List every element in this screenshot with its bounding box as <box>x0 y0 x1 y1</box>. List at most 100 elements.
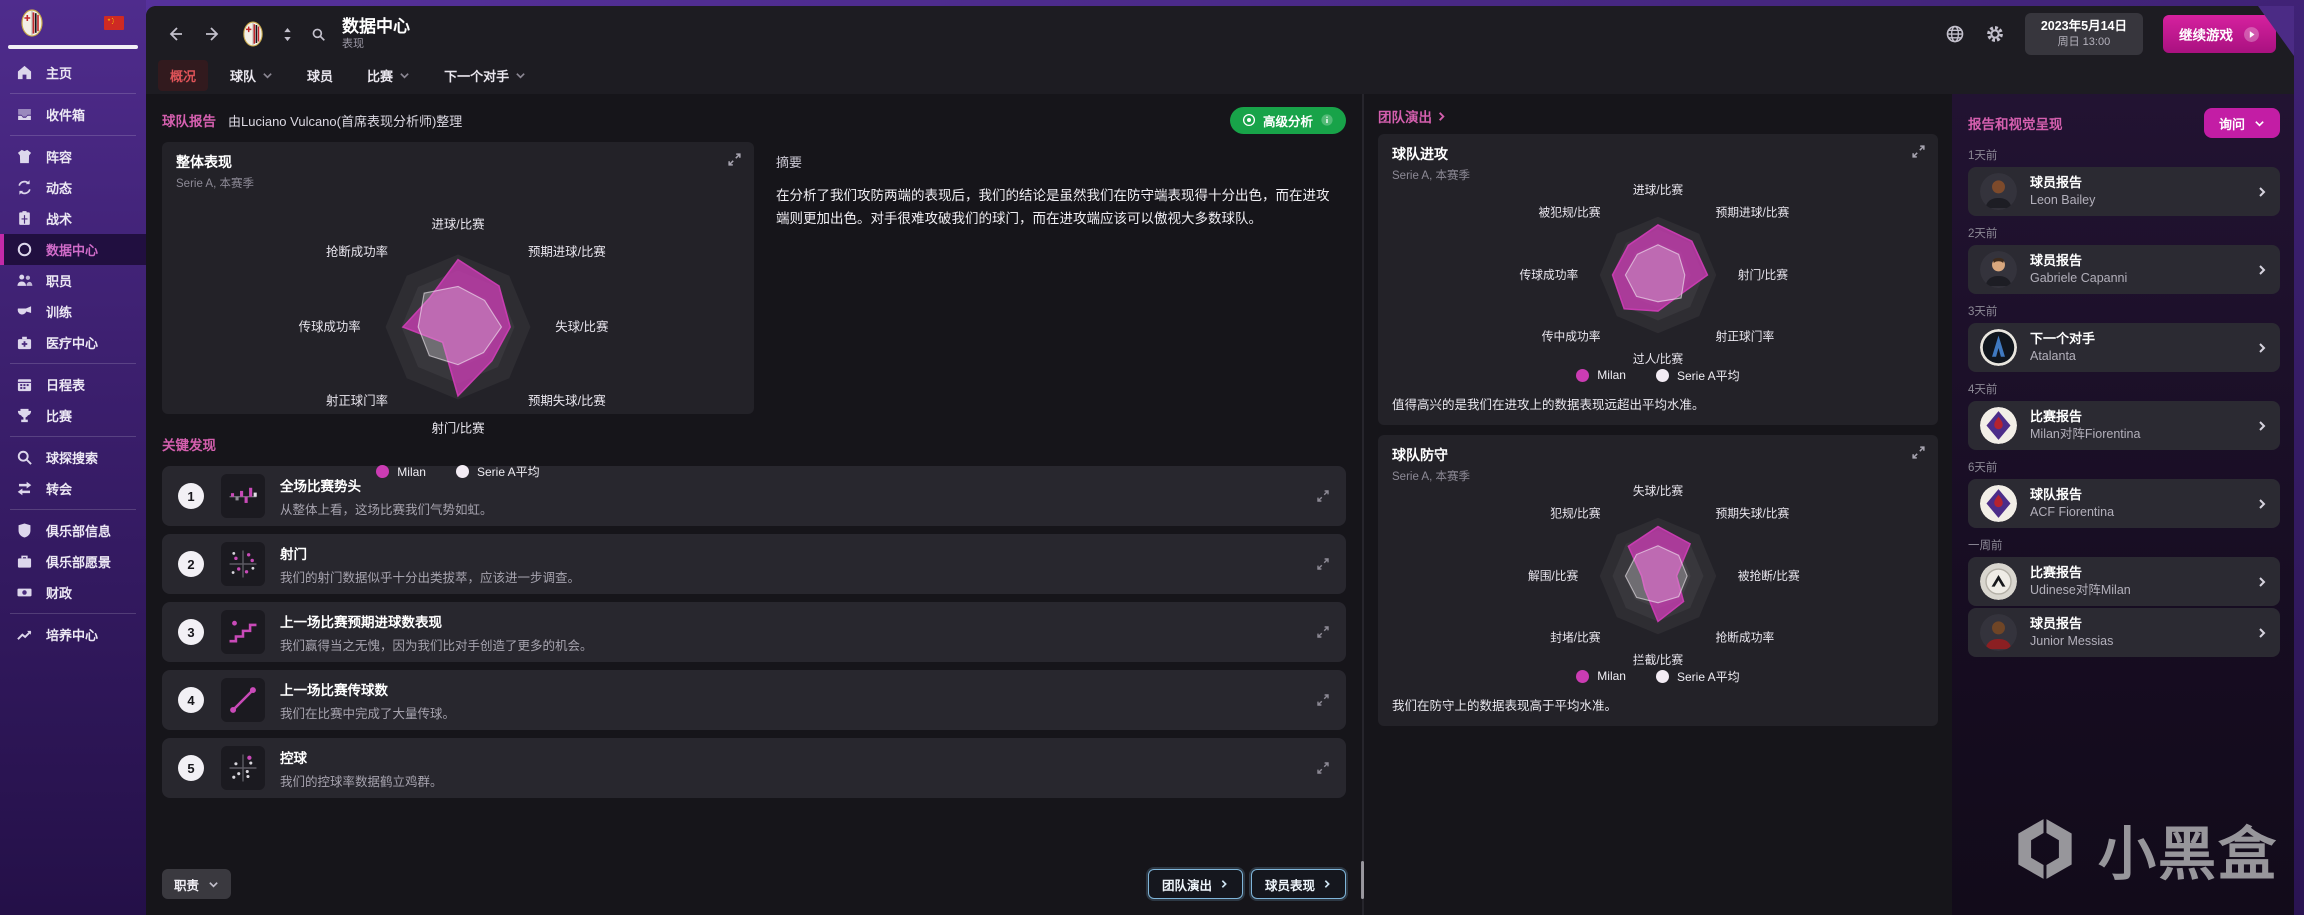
svg-text:失球/比赛: 失球/比赛 <box>1633 484 1684 498</box>
expand-icon[interactable] <box>1316 625 1330 639</box>
expand-icon[interactable] <box>1911 445 1926 460</box>
milan-legend-label: Milan <box>1597 368 1626 382</box>
team-performance-button[interactable]: 团队演出 <box>1148 869 1243 899</box>
svg-text:封堵/比赛: 封堵/比赛 <box>1550 631 1601 645</box>
expand-icon[interactable] <box>1316 557 1330 571</box>
report-card[interactable]: 球员报告 Leon Bailey <box>1968 167 2280 216</box>
sidebar-item[interactable]: 动态 <box>0 172 146 203</box>
advanced-analysis-label: 高级分析 <box>1263 111 1313 130</box>
sidebar-item[interactable]: 俱乐部信息 <box>0 515 146 546</box>
report-card-type: 球队报告 <box>2030 487 2114 503</box>
sidebar-group-divider <box>10 135 136 136</box>
key-finding-item[interactable]: 3 上一场比赛预期进球数表现 我们赢得当之无愧，因为我们比对手创造了更多的机会。 <box>162 602 1346 662</box>
sidebar-item[interactable]: 阵容 <box>0 141 146 172</box>
expand-icon[interactable] <box>1316 693 1330 707</box>
report-card[interactable]: 比赛报告 Udinese对阵Milan <box>1968 557 2280 606</box>
key-finding-item[interactable]: 5 控球 我们的控球率数据鹤立鸡群。 <box>162 738 1346 798</box>
globe-icon[interactable] <box>1945 24 1965 44</box>
team-performance-header-label: 团队演出 <box>1378 106 1432 126</box>
sidebar-item[interactable]: 财政 <box>0 577 146 608</box>
chevron-right-icon <box>2256 576 2268 588</box>
team-performance-header[interactable]: 团队演出 <box>1378 104 1938 128</box>
reports-timeline: 1天前 球员报告 Leon Bailey 2天前 球员报告 Gabriele C… <box>1968 147 2280 657</box>
report-card[interactable]: 球员报告 Junior Messias <box>1968 608 2280 657</box>
player-performance-button[interactable]: 球员表现 <box>1251 869 1346 899</box>
tactics-icon <box>16 210 33 227</box>
ask-button[interactable]: 询问 <box>2204 108 2280 138</box>
tab[interactable]: 球员 <box>295 60 345 91</box>
game-date-line2: 周日 13:00 <box>2041 35 2127 50</box>
report-card[interactable]: 球员报告 Gabriele Capanni <box>1968 245 2280 294</box>
sidebar-item[interactable]: 比赛 <box>0 400 146 431</box>
report-card[interactable]: 比赛报告 Milan对阵Fiorentina <box>1968 401 2280 450</box>
milan-club-badge[interactable] <box>20 9 44 37</box>
sidebar-item[interactable]: 数据中心 <box>0 234 146 265</box>
shield-icon <box>16 522 33 539</box>
duty-dropdown[interactable]: 职责 <box>162 869 231 899</box>
league-average-legend-dot <box>1656 369 1669 382</box>
panel-subtitle: Serie A, 本赛季 <box>1392 468 1470 484</box>
sidebar-item[interactable]: 俱乐部愿景 <box>0 546 146 577</box>
game-date-line1: 2023年5月14日 <box>2041 18 2127 35</box>
svg-text:预期进球/比赛: 预期进球/比赛 <box>1716 205 1790 219</box>
sidebar-item[interactable]: 球探搜索 <box>0 442 146 473</box>
expand-icon[interactable] <box>727 152 742 167</box>
scatter-chart-icon <box>221 542 265 586</box>
search-icon[interactable] <box>311 27 326 42</box>
expand-icon[interactable] <box>1911 144 1926 159</box>
report-card-name: Leon Bailey <box>2030 193 2095 208</box>
sidebar-item[interactable]: 日程表 <box>0 369 146 400</box>
timeline-time-label: 6天前 <box>1968 459 2280 475</box>
key-finding-item[interactable]: 2 射门 我们的射门数据似乎十分出类拔萃，应该进一步调查。 <box>162 534 1346 594</box>
sidebar-item[interactable]: 战术 <box>0 203 146 234</box>
team-performance-label: 团队演出 <box>1162 875 1212 894</box>
sidebar-item[interactable]: 训练 <box>0 296 146 327</box>
svg-text:失球/比赛: 失球/比赛 <box>555 319 608 334</box>
report-card-type: 比赛报告 <box>2030 409 2140 425</box>
tab-label: 概况 <box>170 66 196 85</box>
sidebar-item-label: 球探搜索 <box>46 448 98 467</box>
tab[interactable]: 球队 <box>218 60 285 91</box>
game-date[interactable]: 2023年5月14日 周日 13:00 <box>2025 13 2143 55</box>
report-card-name: Junior Messias <box>2030 634 2113 649</box>
svg-text:预期进球/比赛: 预期进球/比赛 <box>528 244 606 259</box>
tab[interactable]: 概况 <box>158 60 208 91</box>
key-findings-list: 1 全场比赛势头 从整体上看，这场比赛我们气势如虹。 2 射门 我们的射门数据似… <box>162 466 1346 798</box>
overall-performance-radar: 进球/比赛预期进球/比赛失球/比赛预期失球/比赛射门/比赛射正球门率传球成功率抢… <box>162 191 754 463</box>
sidebar-nav: 主页 收件箱 阵容 动态 战术 数据中心 职员 训练 <box>0 57 146 650</box>
advanced-analysis-button[interactable]: 高级分析 <box>1230 107 1346 134</box>
milan-club-badge[interactable] <box>242 21 264 47</box>
page-subtitle: 表现 <box>342 38 410 51</box>
svg-text:进球/比赛: 进球/比赛 <box>431 217 484 232</box>
continue-button[interactable]: 继续游戏 <box>2163 15 2276 53</box>
forward-arrow-icon[interactable] <box>202 24 222 44</box>
tab[interactable]: 下一个对手 <box>432 60 538 91</box>
sidebar-item[interactable]: 收件箱 <box>0 99 146 130</box>
sidebar-item[interactable]: 职员 <box>0 265 146 296</box>
tab[interactable]: 比赛 <box>355 60 422 91</box>
report-card[interactable]: 球队报告 ACF Fiorentina <box>1968 479 2280 528</box>
chevron-right-icon <box>1322 879 1332 889</box>
report-card[interactable]: 下一个对手 Atalanta <box>1968 323 2280 372</box>
report-card-type: 球员报告 <box>2030 175 2095 191</box>
sort-chevrons-icon[interactable] <box>280 27 295 42</box>
report-card-name: ACF Fiorentina <box>2030 505 2114 520</box>
sidebar-item[interactable]: 培养中心 <box>0 619 146 650</box>
gear-icon[interactable] <box>1985 24 2005 44</box>
sidebar-item-label: 数据中心 <box>46 240 98 259</box>
key-finding-item[interactable]: 1 全场比赛势头 从整体上看，这场比赛我们气势如虹。 <box>162 466 1346 526</box>
finding-description: 我们在比赛中完成了大量传球。 <box>280 703 455 722</box>
back-arrow-icon[interactable] <box>166 24 186 44</box>
sidebar-item[interactable]: 主页 <box>0 57 146 88</box>
key-finding-item[interactable]: 4 上一场比赛传球数 我们在比赛中完成了大量传球。 <box>162 670 1346 730</box>
chevron-down-icon <box>262 70 273 81</box>
expand-icon[interactable] <box>1316 489 1330 503</box>
sidebar-item-label: 俱乐部信息 <box>46 521 111 540</box>
sidebar-item[interactable]: 转会 <box>0 473 146 504</box>
scrollbar-thumb[interactable] <box>1361 861 1364 899</box>
reports-panel-title: 报告和视觉呈现 <box>1968 113 2063 133</box>
chevron-right-icon <box>2256 420 2268 432</box>
expand-icon[interactable] <box>1316 761 1330 775</box>
sidebar-item[interactable]: 医疗中心 <box>0 327 146 358</box>
chart-legend: Milan Serie A平均 <box>1378 668 1938 693</box>
